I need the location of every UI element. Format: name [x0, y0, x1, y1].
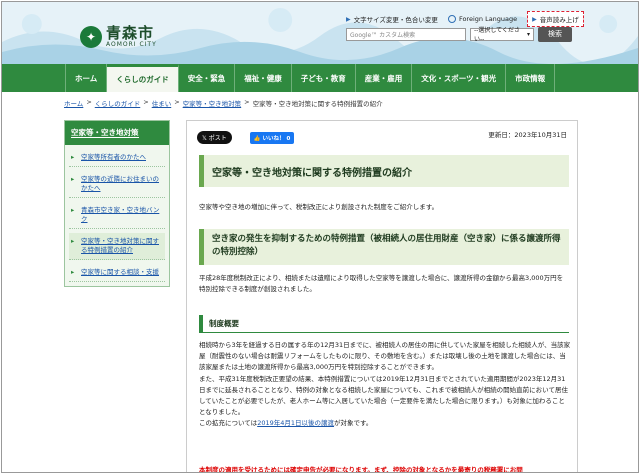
font-size-color-label: 文字サイズ変更・色合い変更: [353, 16, 438, 24]
search-scope-value: --選択してください--: [474, 27, 520, 43]
nav-city-info[interactable]: 市政情報: [506, 64, 556, 92]
sidebar-item-consultation[interactable]: 空家等に関する相談・支援: [69, 264, 165, 282]
browser-frame: ✦ 青森市 AOMORI CITY ▶ 文字サイズ変更・色合い変更 Foreig…: [1, 1, 639, 473]
breadcrumb-separator: >: [143, 98, 149, 106]
x-post-button[interactable]: 𝕏 ポスト: [197, 131, 232, 144]
facebook-like-button[interactable]: 👍 いいね！ 0: [249, 131, 295, 144]
site-search: Google™ カスタム検索 --選択してください-- ▾ 検索: [346, 26, 572, 43]
speaker-icon: ▶: [532, 15, 537, 23]
arrow-icon: ▶: [346, 15, 351, 23]
overview-paragraph-3-post: が対象です。: [334, 419, 373, 428]
search-input[interactable]: Google™ カスタム検索: [346, 27, 466, 41]
foreign-language-link[interactable]: Foreign Language: [447, 15, 518, 23]
subsection-heading: 制度概要: [199, 315, 569, 333]
chevron-down-icon: ▾: [526, 30, 530, 38]
overview-paragraph-3: この拡充については2019年4月1日以後の譲渡が対象です。: [199, 418, 571, 429]
breadcrumb-life-guide[interactable]: くらしのガイド: [95, 98, 141, 108]
page-title: 空家等・空き地対策に関する特例措置の紹介: [199, 155, 569, 187]
breadcrumb-vacant-houses[interactable]: 空家等・空き地対策: [183, 98, 242, 108]
x-post-label: ポスト: [208, 135, 227, 142]
breadcrumb-current: 空家等・空き地対策に関する特例措置の紹介: [252, 100, 383, 108]
breadcrumb-separator: >: [244, 98, 250, 106]
breadcrumb: ホーム > くらしのガイド > 住まい > 空家等・空き地対策 > 空家等・空き…: [64, 98, 383, 108]
nav-life-guide[interactable]: くらしのガイド: [107, 64, 179, 92]
search-placeholder: Google™ カスタム検索: [350, 31, 416, 39]
tax-return-note: 本制度の適用を受けるためには確定申告が必要になります。まず、控除の対象となるかを…: [199, 466, 523, 473]
x-icon: 𝕏: [202, 135, 209, 142]
nav-culture[interactable]: 文化・スポーツ・観光: [412, 64, 507, 92]
main-content: 𝕏 ポスト 👍 いいね！ 0 更新日：2023年10月31日 空家等・空き地対策…: [186, 120, 578, 473]
logo-name-ja: 青森市: [106, 24, 155, 42]
site-header: ✦ 青森市 AOMORI CITY ▶ 文字サイズ変更・色合い変更 Foreig…: [2, 2, 638, 64]
sidebar-item-neighbors[interactable]: 空家等の近隣にお住まいのかたへ: [69, 171, 165, 198]
city-emblem-icon: ✦: [80, 26, 102, 48]
sidebar-item-special-measures[interactable]: 空家等・空き地対策に関する特例措置の紹介: [69, 233, 165, 260]
breadcrumb-housing[interactable]: 住まい: [152, 98, 172, 108]
logo-name-en: AOMORI CITY: [106, 41, 157, 48]
updated-date: 更新日：2023年10月31日: [488, 131, 567, 139]
nav-industry[interactable]: 産業・雇用: [356, 64, 413, 92]
nav-safety[interactable]: 安全・緊急: [179, 64, 236, 92]
share-buttons: 𝕏 ポスト 👍 いいね！ 0: [197, 131, 295, 144]
overview-paragraph-2: また、平成31年度税制改正要望の結果、本特例措置については2019年12月31日…: [199, 374, 568, 417]
search-scope-select[interactable]: --選択してください-- ▾: [470, 27, 534, 43]
header-utility-links: ▶ 文字サイズ変更・色合い変更 Foreign Language ▶ 音声読み上…: [346, 11, 584, 27]
global-nav: ホーム くらしのガイド 安全・緊急 福祉・健康 子ども・教育 産業・雇用 文化・…: [2, 64, 638, 92]
sidebar-item-owners[interactable]: 空家等所有者のかたへ: [69, 149, 165, 167]
sidebar-title[interactable]: 空家等・空き地対策: [65, 121, 169, 145]
breadcrumb-home[interactable]: ホーム: [64, 98, 83, 108]
voice-reader-button[interactable]: ▶ 音声読み上げ: [527, 11, 584, 27]
nav-children[interactable]: 子ども・教育: [292, 64, 356, 92]
overview-body: 相続時から3年を経過する日の属する年の12月31日までに、被相続人の居住の用に供…: [199, 340, 571, 430]
breadcrumb-separator: >: [174, 98, 180, 106]
font-size-color-link[interactable]: ▶ 文字サイズ変更・色合い変更: [346, 14, 438, 25]
sidebar-item-vacancy-bank[interactable]: 青森市空き家・空き地バンク: [69, 202, 165, 229]
logo-text: 青森市 AOMORI CITY: [106, 24, 157, 49]
globe-icon: [447, 15, 456, 23]
transfer-date-link[interactable]: 2019年4月1日以後の譲渡: [257, 419, 334, 427]
thumbs-up-icon: 👍: [253, 135, 263, 142]
nav-home[interactable]: ホーム: [65, 64, 108, 92]
sidebar-title-label: 空家等・空き地対策: [71, 128, 139, 138]
voice-reader-label: 音声読み上げ: [539, 16, 579, 24]
search-button[interactable]: 検索: [538, 26, 572, 42]
site-logo[interactable]: ✦ 青森市 AOMORI CITY: [80, 26, 157, 48]
overview-paragraph-1: 相続時から3年を経過する日の属する年の12月31日までに、被相続人の居住の用に供…: [199, 341, 571, 372]
intro-text: 空家等や空き地の増加に伴って、税制改正により創設された制度をご紹介します。: [199, 203, 439, 211]
nav-welfare[interactable]: 福祉・健康: [235, 64, 292, 92]
foreign-language-label: Foreign Language: [458, 15, 518, 23]
section-paragraph: 平成28年度税制改正により、相続または遺贈により取得した空家等を譲渡した場合に、…: [199, 274, 564, 293]
facebook-like-label: いいね！ 0: [262, 135, 291, 142]
overview-paragraph-3-pre: この拡充については: [199, 419, 258, 428]
sidebar: 空家等・空き地対策 空家等所有者のかたへ 空家等の近隣にお住まいのかたへ 青森市…: [64, 120, 170, 287]
section-heading: 空き家の発生を抑制するための特例措置（被相続人の居住用財産（空き家）に係る譲渡所…: [199, 229, 569, 265]
breadcrumb-separator: >: [86, 98, 92, 106]
